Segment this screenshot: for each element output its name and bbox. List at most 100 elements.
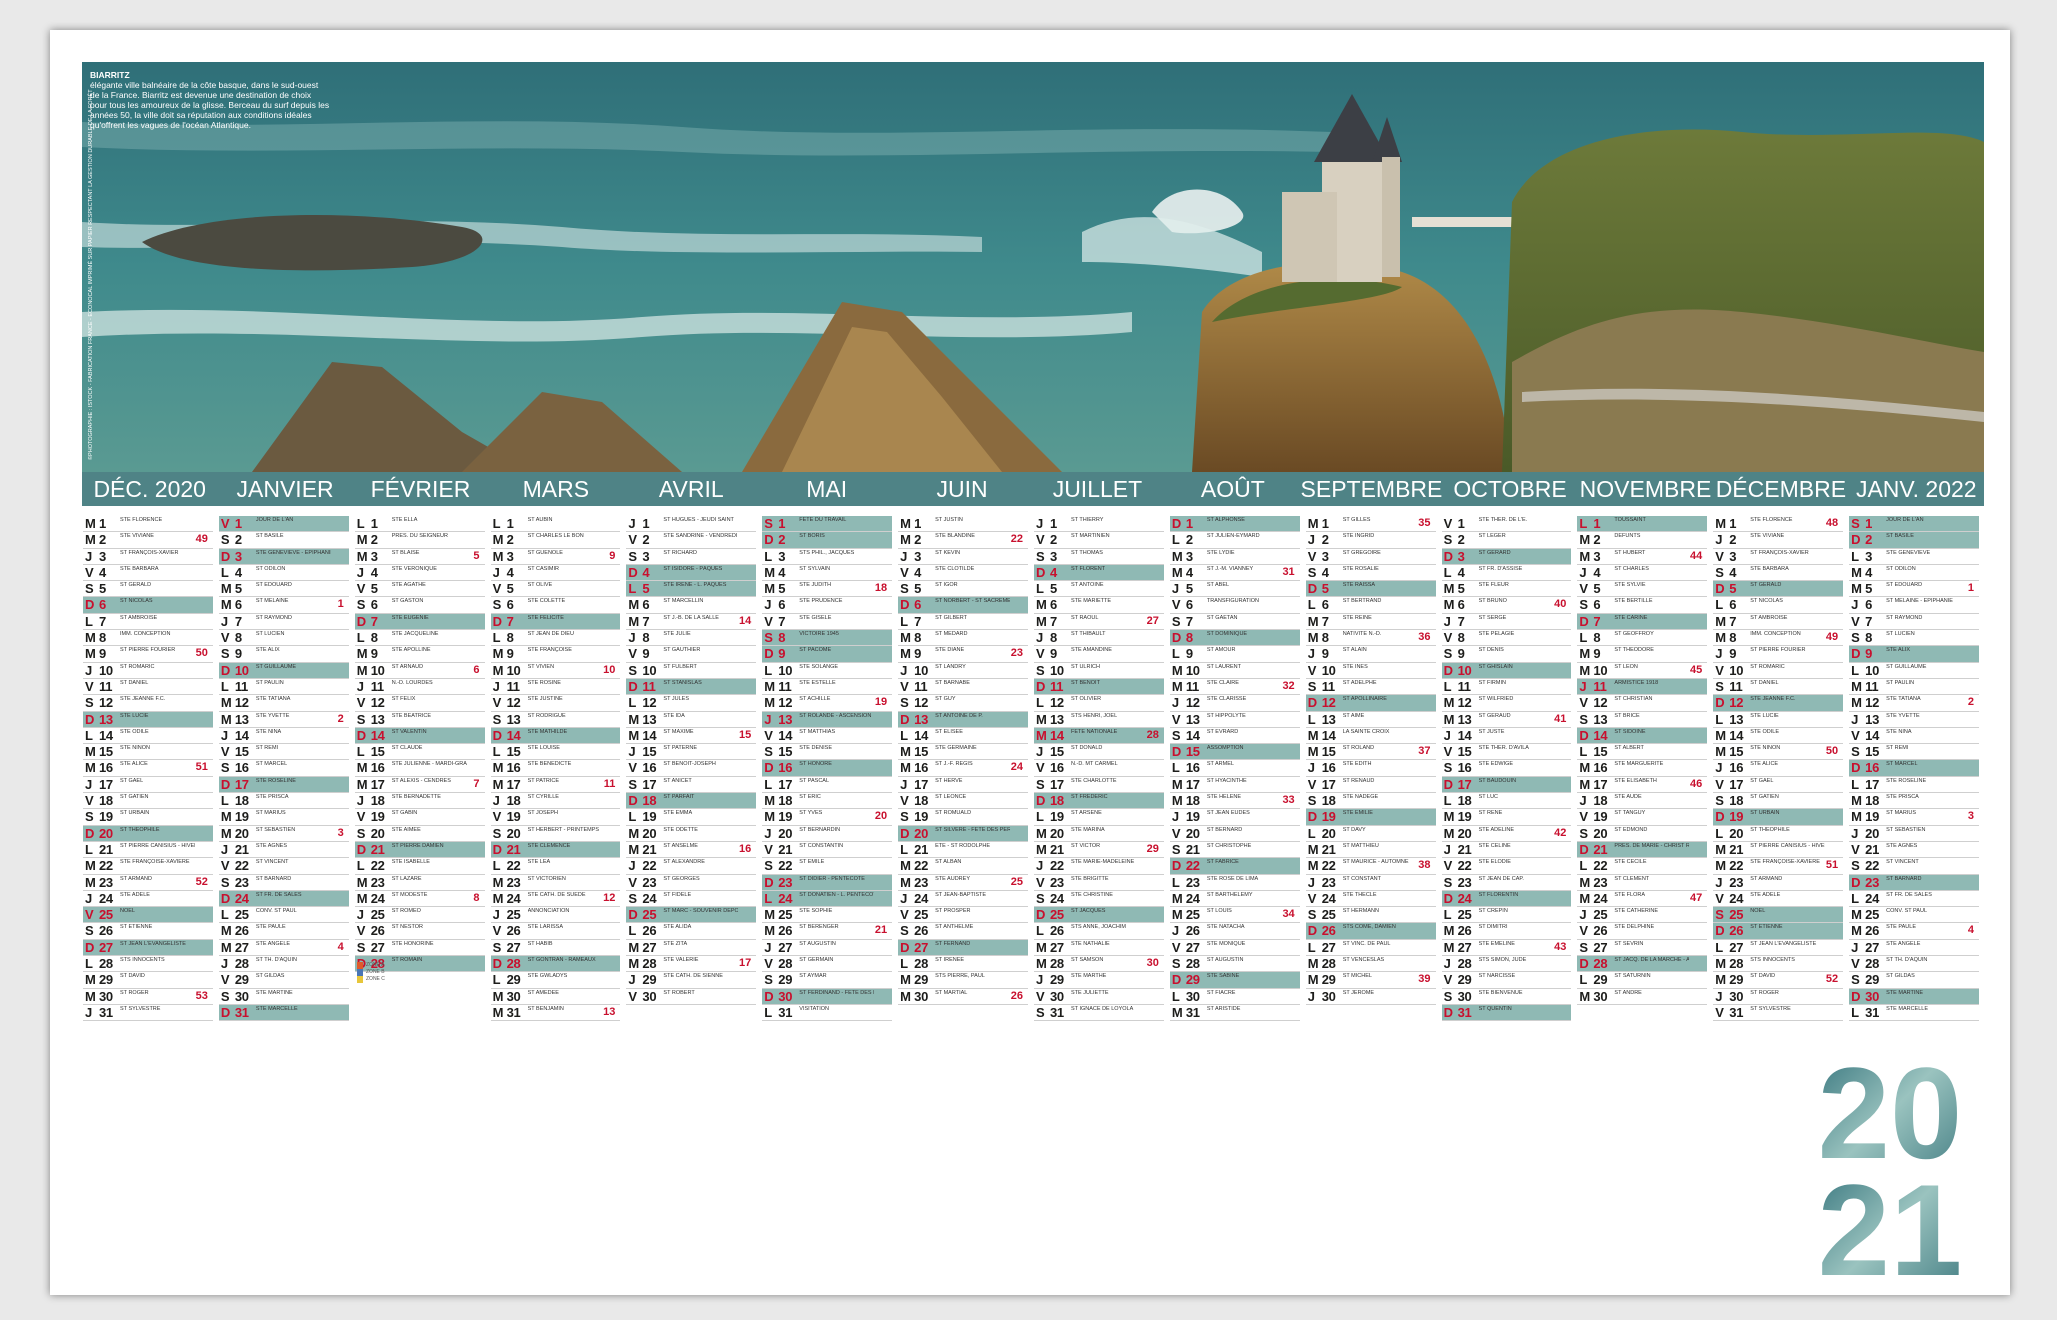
day-label: J4 xyxy=(356,564,378,580)
day-row: V 5 ST OLIVE xyxy=(490,581,621,598)
day-row: V 24 STE THÈCLE xyxy=(1305,891,1436,908)
day-row: M 18 ST ÉRIC xyxy=(762,793,893,810)
saint-name: CONV. ST PAUL xyxy=(1886,908,1927,915)
saint-name: STE FLORENCE xyxy=(1750,517,1793,523)
saint-name: ST VALENTIN xyxy=(391,728,427,735)
photo-caption: BIARRITZ élégante ville balnéaire de la … xyxy=(90,70,330,130)
saint-name: STS PIERRE, PAUL xyxy=(935,973,985,980)
week-number: 23 xyxy=(1010,647,1023,660)
saint-name: ST MARTINIEN xyxy=(1071,533,1110,540)
day-label: M1 xyxy=(900,516,922,531)
day-label: V 18 xyxy=(900,793,929,809)
day-label: M 28 xyxy=(1036,956,1064,972)
day-label: S 13 xyxy=(1579,711,1608,727)
day-label: V 21 xyxy=(764,841,793,857)
day-label: J3 xyxy=(85,548,106,564)
day-row: M 6 ST MÉLAINE 1 xyxy=(218,597,349,614)
day-row: D28 ST JACQ. DE LA MARCHE - AVENT xyxy=(1577,956,1708,973)
saint-name: ST ALBERT xyxy=(1614,745,1644,752)
day-label: D4 xyxy=(1036,564,1057,580)
day-row: M 15 STE NINON 50 xyxy=(1713,744,1844,761)
day-row: M 19 ST MARIUS xyxy=(218,809,349,826)
day-label: M 15 xyxy=(1307,744,1336,760)
day-label: S5 xyxy=(85,581,106,597)
day-label: S 15 xyxy=(764,744,793,760)
day-row: V 22 ST VINCENT xyxy=(218,858,349,875)
saint-name: ST ÉTIENNE xyxy=(120,924,153,931)
day-label: V 28 xyxy=(764,956,793,972)
saint-name: ST NARCISSE xyxy=(1478,973,1516,980)
saint-name: STE NINA xyxy=(1886,728,1912,735)
saint-name: ST GÉRAUD xyxy=(1478,712,1511,719)
legend-zone-b: ZONE B xyxy=(357,969,477,976)
saint-name: ST ALPHONSE xyxy=(1206,517,1245,523)
day-row: D 13 STE LUCIE xyxy=(83,711,213,728)
saint-name: STE PAULE xyxy=(255,924,286,931)
saint-name: STE AUDE xyxy=(1614,794,1642,801)
day-row: M 17 ST HYACINTHE xyxy=(1169,777,1300,794)
day-label: S 20 xyxy=(492,825,521,841)
day-row: M 14 STE ODILE xyxy=(1713,728,1844,745)
day-label: M4 xyxy=(1851,564,1873,580)
saint-name: ST MICHEL xyxy=(1342,973,1372,980)
day-label: M 22 xyxy=(85,858,113,874)
day-label: D 25 xyxy=(1036,907,1064,923)
saint-name: ST JUSTE xyxy=(1478,728,1505,735)
saint-name: ST PIERRE FOURIER xyxy=(120,647,176,654)
day-label: S 11 xyxy=(1715,678,1743,694)
day-row: M 4 ST SYLVAIN xyxy=(762,565,893,582)
saint-name: ST FRANÇOIS-XAVIER xyxy=(120,549,179,556)
day-label: L 30 xyxy=(1171,988,1200,1004)
saint-name: ST FRANÇOIS-XAVIER xyxy=(1750,549,1809,556)
day-label: M 17 xyxy=(492,776,521,792)
saint-name: ST PASCAL xyxy=(799,777,830,784)
seascape-image xyxy=(82,62,1984,472)
day-row: J 4 ST CASIMIR xyxy=(490,565,621,582)
day-row: S 29 ST GILDAS xyxy=(1849,972,1979,989)
day-label: V 17 xyxy=(1715,776,1744,792)
day-row: V 6 TRANSFIGURATION xyxy=(1169,597,1300,614)
day-row: M 16 STE BÉNÉDICTE xyxy=(490,760,621,777)
saint-name: ST GAÉTAN xyxy=(1206,614,1238,621)
day-row: J 5 ST ABEL xyxy=(1169,581,1300,598)
day-label: M 10 xyxy=(356,662,385,678)
day-row: J 10 ST ROMARIC xyxy=(83,663,213,679)
week-number: 15 xyxy=(739,728,752,741)
week-number: 36 xyxy=(1418,631,1431,644)
month-column: M 1 ST JUSTIN M 2 STE BLANDINE 22 J 3 ST KÉVIN V 4 S… xyxy=(898,516,1028,1005)
day-row: M 11 STE CLAIRE 32 xyxy=(1169,679,1300,696)
day-row: D 31 STE MARCELLE xyxy=(218,1004,349,1022)
saint-name: ST GASTON xyxy=(391,598,424,605)
saint-name: ST HERBERT - PRINTEMPS xyxy=(527,826,600,833)
day-label: D9 xyxy=(764,646,786,662)
day-row: M 8 NATIVITÉ N.-D. 36 xyxy=(1305,630,1436,647)
day-label: V 10 xyxy=(1307,662,1336,678)
day-row: V 21 ST CONSTANTIN xyxy=(762,841,893,859)
day-row: L 7 ST GILBERT xyxy=(898,614,1028,631)
saint-name: ST CHARLES LE BON xyxy=(527,533,584,540)
day-row: J 25 ST ROMÉO xyxy=(354,907,485,924)
saint-name: ST BARNABÉ xyxy=(935,679,970,686)
day-label: M4 xyxy=(1171,564,1193,580)
saint-name: ST FERNAND xyxy=(935,940,971,947)
day-label: L 18 xyxy=(1443,793,1472,809)
saint-name: ST GERMAIN xyxy=(799,957,834,964)
day-row: D 1 ST ALPHONSE xyxy=(1169,516,1300,533)
day-row: M 27 STE ANGÈLE 4 xyxy=(218,940,349,957)
saint-name: STE GWLADYS xyxy=(527,973,568,980)
saint-name: ST YVES xyxy=(799,810,823,817)
day-row: J 15 ST PATERNE xyxy=(626,744,757,761)
day-row: M 8 IMM. CONCEPTION xyxy=(83,630,213,647)
day-label: S 21 xyxy=(1171,841,1200,857)
saint-name: ST RAYMOND xyxy=(1886,614,1923,621)
day-label: D 10 xyxy=(220,662,249,678)
saint-name: ST NORBERT - ST SACREMENT xyxy=(935,598,1010,605)
saint-name: STE INÈS xyxy=(1342,663,1368,670)
day-row: M 3 STE LYDIE xyxy=(1169,548,1300,565)
saint-name: ST LANDRY xyxy=(935,663,966,670)
saint-name: ST DANIEL xyxy=(1750,679,1779,686)
day-label: S 10 xyxy=(628,662,657,678)
day-label: M3 xyxy=(1171,548,1193,564)
saint-name: STE ÉMELINE xyxy=(1478,940,1515,947)
day-row: S 20 ST EDMOND xyxy=(1577,826,1708,842)
